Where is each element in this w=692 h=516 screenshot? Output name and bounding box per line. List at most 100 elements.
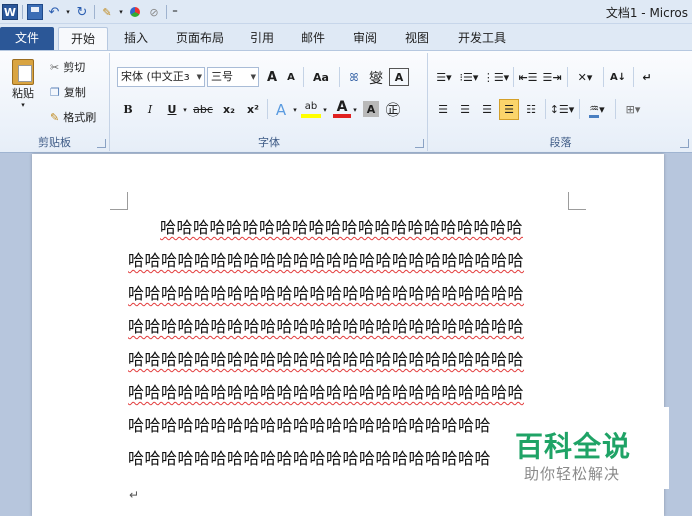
enclose-characters-icon[interactable]: ㊣ [383, 99, 403, 120]
text-line-3[interactable]: 哈哈哈哈哈哈哈哈哈哈哈哈哈哈哈哈哈哈哈哈哈哈哈哈 [128, 284, 524, 304]
word-app-icon[interactable]: W [2, 4, 18, 20]
chevron-down-icon: ▾ [21, 101, 25, 109]
chevron-down-icon[interactable]: ▾ [321, 99, 329, 120]
group-label: 字体 [258, 136, 280, 149]
font-group: 宋体 (中文正ɜ ▼ 三号 ▼ A A Aa ꕤ 燮 A B I U ▾ abc x… [111, 53, 428, 151]
paste-button[interactable]: 粘贴 ▾ [8, 57, 38, 109]
tab-references[interactable]: 引用 [245, 27, 279, 50]
italic-icon[interactable]: I [141, 99, 159, 120]
separator [633, 67, 634, 87]
superscript-icon[interactable]: x² [243, 99, 263, 120]
dialog-launcher-icon[interactable] [97, 139, 106, 148]
tab-mailings[interactable]: 邮件 [296, 27, 330, 50]
text-line-5[interactable]: 哈哈哈哈哈哈哈哈哈哈哈哈哈哈哈哈哈哈哈哈哈哈哈哈 [128, 350, 524, 370]
window-title: 文档1 - Micros [605, 6, 688, 20]
subscript-icon[interactable]: x₂ [219, 99, 239, 120]
distributed-icon[interactable]: ☷ [521, 99, 541, 120]
separator [567, 67, 568, 87]
tab-view[interactable]: 视图 [400, 27, 434, 50]
dialog-launcher-icon[interactable] [415, 139, 424, 148]
chevron-down-icon: ▼ [250, 73, 256, 81]
character-shading-icon[interactable]: A [363, 101, 379, 117]
copy-button[interactable]: ❐ 复制 [50, 84, 86, 100]
copy-icon: ❐ [50, 85, 60, 99]
erase-icon[interactable]: ⊘ [146, 4, 162, 20]
chinese-layout-icon[interactable]: ✕▾ [571, 67, 599, 88]
chevron-down-icon[interactable]: ▾ [291, 99, 299, 120]
margin-marker-right [568, 192, 586, 210]
ribbon: 粘贴 ▾ ✂ 剪切 ❐ 复制 ✎ 格式刷 剪贴板 宋体 (中文正ɜ ▼ 三号 ▼ A… [0, 50, 692, 153]
watermark-subtitle: 助你轻松解决 [524, 465, 621, 483]
clipboard-group: 粘贴 ▾ ✂ 剪切 ❐ 复制 ✎ 格式刷 剪贴板 [0, 53, 110, 151]
justify-icon[interactable]: ☰ [499, 99, 519, 120]
save-icon[interactable] [27, 4, 43, 20]
cut-button[interactable]: ✂ 剪切 [50, 59, 85, 75]
align-right-icon[interactable]: ☰ [477, 99, 497, 120]
strikethrough-icon[interactable]: abc [191, 99, 215, 120]
show-marks-icon[interactable]: ↵ [637, 67, 657, 88]
redo-icon[interactable]: ↻ [74, 4, 90, 20]
align-left-icon[interactable]: ☰ [433, 99, 453, 120]
numbering-icon[interactable]: ⁝☰▾ [457, 67, 481, 88]
increase-indent-icon[interactable]: ☰⇥ [541, 67, 563, 88]
dropdown-arrow-icon[interactable]: ▾ [65, 4, 71, 20]
borders-icon[interactable]: ⊞▾ [619, 99, 647, 120]
change-case-icon[interactable]: Aa [307, 67, 335, 88]
separator [615, 99, 616, 119]
tab-review[interactable]: 审阅 [348, 27, 382, 50]
watermark-title: 百科全说 [515, 430, 632, 463]
text-line-8[interactable]: 哈哈哈哈哈哈哈哈哈哈哈哈哈哈哈哈哈哈哈哈哈哈 [128, 449, 491, 469]
tab-developer[interactable]: 开发工具 [452, 27, 512, 50]
clipboard-icon [12, 59, 34, 85]
format-painter-qat-icon[interactable]: ✎ [99, 4, 115, 20]
tab-page-layout[interactable]: 页面布局 [170, 27, 230, 50]
chevron-down-icon[interactable]: ▾ [181, 99, 189, 120]
font-name-select[interactable]: 宋体 (中文正ɜ ▼ [117, 67, 205, 87]
separator [339, 67, 340, 87]
paragraph-shading-icon[interactable]: ♒ ▾ [583, 99, 611, 120]
text-line-6[interactable]: 哈哈哈哈哈哈哈哈哈哈哈哈哈哈哈哈哈哈哈哈哈哈哈哈 [128, 383, 524, 403]
margin-marker-left [110, 192, 128, 210]
font-size-select[interactable]: 三号 ▼ [207, 67, 259, 87]
format-painter-button[interactable]: ✎ 格式刷 [50, 109, 96, 125]
decrease-indent-icon[interactable]: ⇤☰ [517, 67, 539, 88]
separator [545, 99, 546, 119]
shrink-font-icon[interactable]: A [283, 67, 299, 88]
sort-icon[interactable]: A↓ [607, 67, 629, 88]
text-line-2[interactable]: 哈哈哈哈哈哈哈哈哈哈哈哈哈哈哈哈哈哈哈哈哈哈哈哈 [128, 251, 524, 271]
group-label: 段落 [549, 136, 572, 149]
phonetic-guide-icon[interactable]: 燮 [365, 67, 387, 88]
dialog-launcher-icon[interactable] [680, 139, 689, 148]
customize-qat-icon[interactable]: ⁼ [171, 4, 179, 20]
separator [603, 67, 604, 87]
chevron-down-icon[interactable]: ▾ [351, 99, 359, 120]
text-line-4[interactable]: 哈哈哈哈哈哈哈哈哈哈哈哈哈哈哈哈哈哈哈哈哈哈哈哈 [128, 317, 524, 337]
font-color-icon[interactable]: A [333, 99, 351, 118]
underline-icon[interactable]: U [163, 99, 181, 120]
tab-insert[interactable]: 插入 [118, 27, 154, 50]
undo-icon[interactable]: ↶ [46, 4, 62, 20]
separator [303, 67, 304, 87]
highlight-icon[interactable]: ab [301, 99, 321, 118]
bold-icon[interactable]: B [119, 99, 137, 120]
clear-formatting-icon[interactable]: ꕤ [343, 67, 365, 88]
separator [267, 99, 268, 119]
grow-font-icon[interactable]: A [263, 67, 281, 88]
paragraph-group: ☰▾ ⁝☰▾ ⋮☰▾ ⇤☰ ☰⇥ ✕▾ A↓ ↵ ☰ ☰ ☰ ☰ ☷ ↕☰▾ ♒… [429, 53, 692, 151]
line-spacing-icon[interactable]: ↕☰▾ [549, 99, 575, 120]
tab-file[interactable]: 文件 [0, 27, 54, 50]
quick-access-toolbar: W ↶ ▾ ↻ ✎ ▾ ⊘ ⁼ [2, 3, 179, 21]
character-border-icon[interactable]: A [389, 68, 409, 86]
multilevel-list-icon[interactable]: ⋮☰▾ [483, 67, 509, 88]
tab-home[interactable]: 开始 [58, 27, 108, 50]
text-effects-icon[interactable]: A [271, 99, 291, 120]
qat-separator [166, 5, 167, 19]
colorful-ball-icon[interactable] [127, 4, 143, 20]
chevron-down-icon: ▼ [196, 73, 202, 81]
title-bar: W ↶ ▾ ↻ ✎ ▾ ⊘ ⁼ 文档1 - Micros [0, 0, 692, 24]
text-line-1[interactable]: 哈哈哈哈哈哈哈哈哈哈哈哈哈哈哈哈哈哈哈哈哈哈 [160, 218, 523, 238]
align-center-icon[interactable]: ☰ [455, 99, 475, 120]
text-line-7[interactable]: 哈哈哈哈哈哈哈哈哈哈哈哈哈哈哈哈哈哈哈哈哈哈 [128, 416, 491, 436]
bullets-icon[interactable]: ☰▾ [433, 67, 455, 88]
dropdown-arrow-icon[interactable]: ▾ [118, 4, 124, 20]
